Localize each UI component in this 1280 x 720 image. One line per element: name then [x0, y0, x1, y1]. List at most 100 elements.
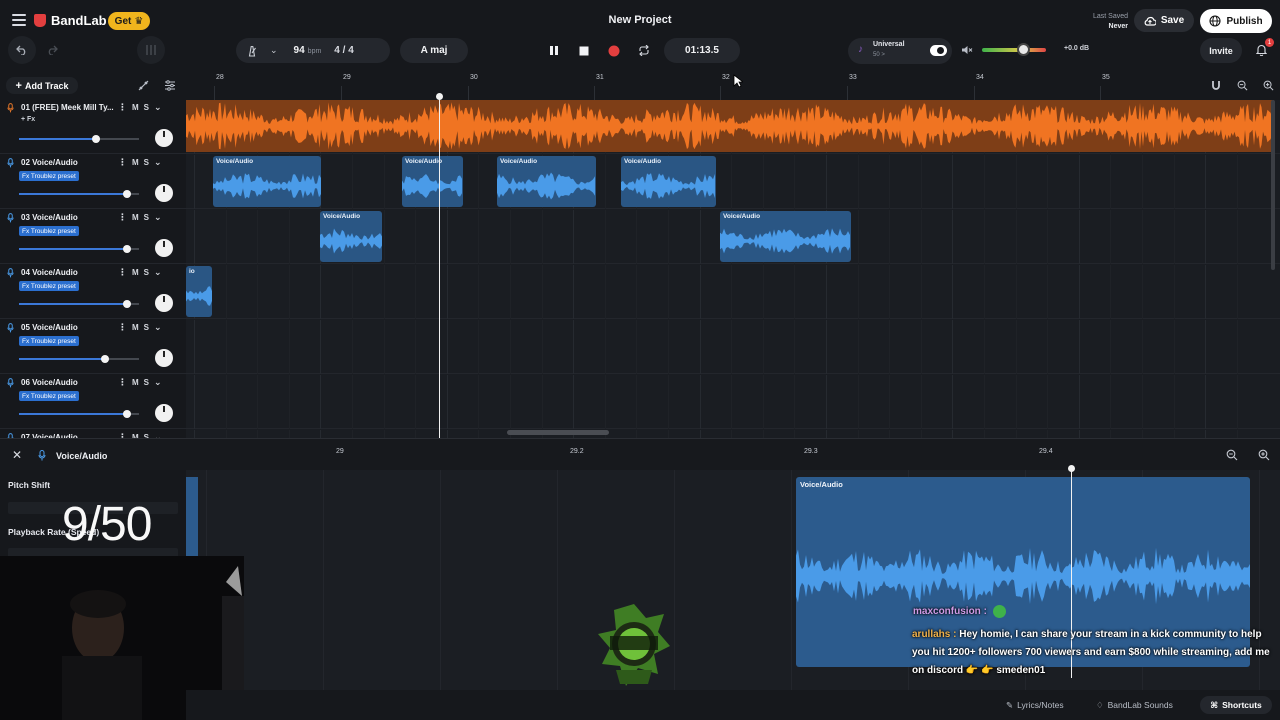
track-lane[interactable]	[186, 375, 1280, 429]
editor-prev-clip[interactable]	[186, 477, 198, 557]
metronome-icon[interactable]	[246, 45, 258, 57]
more-options-icon[interactable]: ⋮	[118, 267, 127, 278]
add-fx-button[interactable]: + Fx	[21, 116, 35, 123]
track-volume-knob[interactable]	[123, 190, 131, 198]
get-membership-button[interactable]: Get ♛	[108, 12, 150, 30]
track-header[interactable]: 07 Voice/Audio ⋮ M S ⌄	[0, 430, 186, 438]
track-volume-knob[interactable]	[123, 300, 131, 308]
more-options-icon[interactable]: ⋮	[118, 102, 127, 113]
automation-icon[interactable]	[136, 78, 150, 92]
key-selector[interactable]: A maj	[400, 38, 468, 63]
track-name[interactable]: 06 Voice/Audio	[21, 378, 115, 387]
editor-playhead-handle[interactable]	[1068, 465, 1075, 472]
track-header[interactable]: 04 Voice/Audio ⋮ M S ⌄ Fx Troublez prese…	[0, 265, 186, 319]
invite-button[interactable]: Invite	[1200, 38, 1242, 63]
track-pan-knob[interactable]	[155, 184, 173, 202]
menu-icon[interactable]	[12, 14, 26, 26]
chevron-down-icon[interactable]: ⌄	[154, 322, 162, 333]
audio-clip[interactable]: Voice/Audio	[213, 156, 321, 207]
solo-button[interactable]: S	[144, 323, 149, 332]
publish-button[interactable]: Publish	[1200, 9, 1272, 33]
fx-preset-badge[interactable]: Fx Troublez preset	[19, 336, 79, 346]
arrangement-view[interactable]: Voice/Audio Voice/Audio Voice/Audio Voic…	[186, 100, 1280, 438]
track-volume-fill[interactable]	[19, 303, 127, 305]
track-name[interactable]: 03 Voice/Audio	[21, 213, 115, 222]
audio-clip[interactable]: Voice/Audio	[497, 156, 596, 207]
add-track-button[interactable]: + Add Track	[6, 77, 78, 94]
track-volume-fill[interactable]	[19, 138, 96, 140]
track-volume-track[interactable]	[105, 358, 139, 360]
mute-button[interactable]: M	[132, 268, 139, 277]
mixer-button[interactable]	[137, 36, 165, 64]
track-lane[interactable]	[186, 430, 1280, 438]
track-header[interactable]: 02 Voice/Audio ⋮ M S ⌄ Fx Troublez prese…	[0, 155, 186, 209]
bandlab-sounds-button[interactable]: ♢ BandLab Sounds	[1096, 696, 1173, 714]
chevron-down-icon[interactable]: ⌄	[270, 45, 278, 56]
track-name[interactable]: 02 Voice/Audio	[21, 158, 115, 167]
chevron-down-icon[interactable]: ⌄	[154, 212, 162, 223]
lyrics-notes-button[interactable]: ✎ Lyrics/Notes	[1006, 696, 1064, 714]
track-volume-fill[interactable]	[19, 358, 105, 360]
track-volume-knob[interactable]	[123, 410, 131, 418]
shortcuts-button[interactable]: ⌘ Shortcuts	[1200, 696, 1272, 714]
track-pan-knob[interactable]	[155, 349, 173, 367]
fx-preset-badge[interactable]: Fx Troublez preset	[19, 391, 79, 401]
solo-button[interactable]: S	[144, 103, 149, 112]
redo-button[interactable]	[38, 36, 66, 64]
track-header[interactable]: 06 Voice/Audio ⋮ M S ⌄ Fx Troublez prese…	[0, 375, 186, 429]
master-volume-slider[interactable]	[982, 48, 1046, 52]
instrument-selector[interactable]: ♪ Universal 50 >	[848, 38, 952, 64]
chevron-down-icon[interactable]: ⌄	[154, 102, 162, 113]
chevron-down-icon[interactable]: ⌄	[154, 267, 162, 278]
loop-button[interactable]	[631, 38, 657, 63]
solo-button[interactable]: S	[144, 158, 149, 167]
fx-preset-badge[interactable]: Fx Troublez preset	[19, 281, 79, 291]
track-volume-fill[interactable]	[19, 413, 127, 415]
track-volume-knob[interactable]	[92, 135, 100, 143]
chevron-down-icon[interactable]: ⌄	[154, 157, 162, 168]
more-options-icon[interactable]: ⋮	[118, 377, 127, 388]
mute-button[interactable]: M	[132, 213, 139, 222]
audio-clip[interactable]: Voice/Audio	[621, 156, 716, 207]
solo-button[interactable]: S	[144, 268, 149, 277]
chevron-down-icon[interactable]: ⌄	[154, 377, 162, 388]
track-pan-knob[interactable]	[155, 404, 173, 422]
pause-button[interactable]	[541, 38, 567, 63]
track-settings-icon[interactable]	[163, 78, 177, 92]
brand-logo[interactable]: BandLab	[34, 13, 107, 28]
track-header[interactable]: 01 (FREE) Meek Mill Ty... ⋮ M S ⌄ + Fx	[0, 100, 186, 154]
playhead[interactable]	[439, 96, 440, 438]
horizontal-scrollbar[interactable]	[507, 430, 609, 435]
mute-button[interactable]: M	[132, 103, 139, 112]
playhead-handle[interactable]	[436, 93, 443, 100]
mute-button[interactable]: M	[132, 158, 139, 167]
more-options-icon[interactable]: ⋮	[118, 322, 127, 333]
track-volume-fill[interactable]	[19, 248, 127, 250]
snap-magnet-icon[interactable]	[1205, 77, 1227, 93]
track-name[interactable]: 04 Voice/Audio	[21, 268, 115, 277]
solo-button[interactable]: S	[144, 213, 149, 222]
save-button[interactable]: Save	[1134, 9, 1194, 32]
zoom-out-icon[interactable]	[1231, 77, 1253, 93]
fx-preset-badge[interactable]: Fx Troublez preset	[19, 171, 79, 181]
time-display[interactable]: 01:13.5	[664, 38, 740, 63]
track-pan-knob[interactable]	[155, 239, 173, 257]
track-header[interactable]: 05 Voice/Audio ⋮ M S ⌄ Fx Troublez prese…	[0, 320, 186, 374]
time-signature[interactable]: 4 / 4	[334, 45, 353, 56]
track-header[interactable]: 03 Voice/Audio ⋮ M S ⌄ Fx Troublez prese…	[0, 210, 186, 264]
beat-clip[interactable]	[186, 100, 1274, 152]
audio-clip[interactable]: Voice/Audio	[402, 156, 463, 207]
audio-clip[interactable]: Voice/Audio	[320, 211, 382, 262]
track-name[interactable]: 01 (FREE) Meek Mill Ty...	[21, 103, 115, 112]
zoom-out-icon[interactable]	[1225, 448, 1239, 462]
close-editor-icon[interactable]: ✕	[10, 448, 24, 462]
track-volume-fill[interactable]	[19, 193, 127, 195]
track-lane[interactable]	[186, 265, 1280, 319]
track-pan-knob[interactable]	[155, 129, 173, 147]
bpm-value[interactable]: 94 bpm	[294, 45, 322, 56]
record-button[interactable]	[601, 38, 627, 63]
project-title[interactable]: New Project	[540, 14, 740, 26]
mute-button[interactable]: M	[132, 378, 139, 387]
audio-clip[interactable]: io	[186, 266, 212, 317]
stop-button[interactable]	[571, 38, 597, 63]
